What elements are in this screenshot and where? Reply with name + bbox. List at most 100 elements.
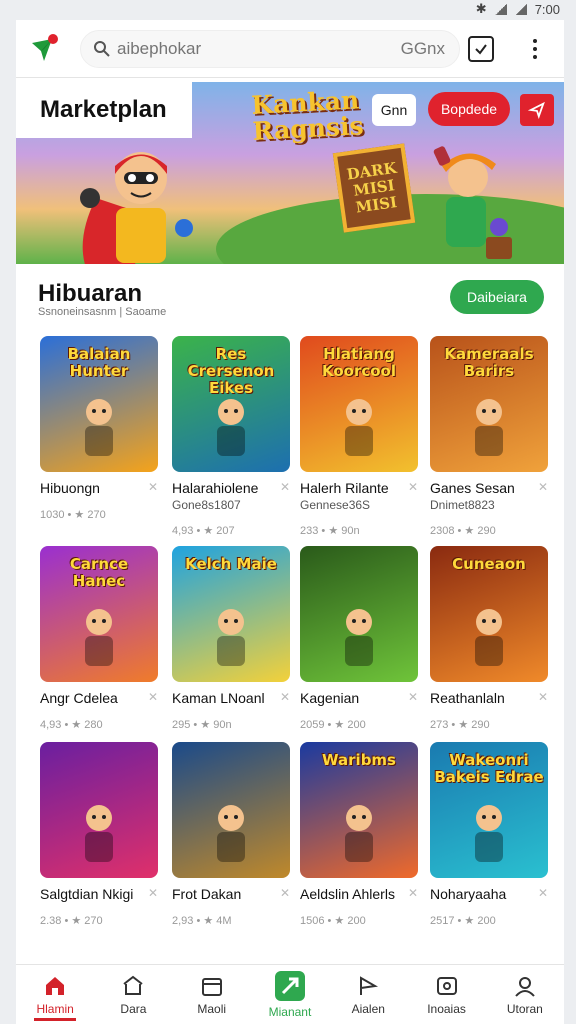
bluetooth-icon: ✱: [475, 1, 487, 16]
game-name: Halerh Rilante: [300, 480, 389, 496]
game-name: Aeldslin Ahlerls: [300, 886, 395, 902]
dismiss-icon[interactable]: ✕: [280, 690, 290, 706]
game-stats: 4,93 • ★ 280: [40, 719, 103, 731]
dismiss-icon[interactable]: ✕: [538, 480, 548, 496]
dismiss-icon[interactable]: ✕: [148, 480, 158, 496]
game-art-title: Balaian Hunter: [67, 345, 131, 380]
search-input[interactable]: [117, 39, 387, 59]
scan-icon: [475, 44, 487, 55]
game-thumbnail[interactable]: Kameraals Barirs: [430, 336, 548, 472]
game-stats: 233 • ★ 90n: [300, 525, 360, 537]
game-stats: 1506 • ★ 200: [300, 915, 366, 927]
game-card[interactable]: Waribms Aeldslin Ahlerls ✕ 1506 • ★ 200: [300, 742, 418, 932]
game-name: Kaman LNoanl: [172, 690, 265, 706]
game-thumbnail[interactable]: Carnce Hanec: [40, 546, 158, 682]
game-stats: 4,93 • ★ 207: [172, 525, 235, 537]
game-thumbnail[interactable]: Hlatiang Koorcool: [300, 336, 418, 472]
scan-button[interactable]: [468, 36, 494, 62]
game-name: Hibuongn: [40, 480, 100, 496]
banner-secondary-button[interactable]: Gnn: [372, 94, 416, 126]
game-art-title: Cuneaon: [452, 555, 526, 573]
dismiss-icon[interactable]: ✕: [148, 690, 158, 706]
nav-item-inoaias[interactable]: Inoaias: [407, 965, 485, 1024]
game-name: Halarahiolene: [172, 480, 259, 496]
section-title: Hibuaran: [38, 280, 143, 307]
game-thumbnail[interactable]: Balaian Hunter: [40, 336, 158, 472]
search-bar[interactable]: GGnx: [80, 30, 460, 68]
dismiss-icon[interactable]: ✕: [408, 886, 418, 902]
dismiss-icon[interactable]: ✕: [408, 690, 418, 706]
share-button[interactable]: [520, 94, 554, 126]
game-card[interactable]: Kelch Maie Kaman LNoanl ✕ 295 • ★ 90n: [172, 546, 290, 736]
app-window: GGnx Marketplan Kankan Ragnsis Gnn Bopde…: [16, 20, 564, 1024]
more-options-button[interactable]: [524, 34, 546, 64]
nav-item-dara[interactable]: Dara: [94, 965, 172, 1024]
game-thumbnail[interactable]: Cuneaon: [430, 546, 548, 682]
game-card[interactable]: Frot Dakan ✕ 2,93 • ★ 4M: [172, 742, 290, 932]
search-icon: [94, 41, 110, 57]
game-card[interactable]: Cuneaon Reathanlaln ✕ 273 • ★ 290: [430, 546, 548, 736]
game-card[interactable]: Kameraals Barirs Ganes Sesan ✕ Dnimet8823 23…: [430, 336, 548, 537]
top-bar: GGnx: [16, 20, 564, 78]
game-card[interactable]: Wakeonri Bakeis Edrae Noharyaaha ✕ 2517 • ★…: [430, 742, 548, 932]
game-name: Salgtdian Nkigi: [40, 886, 134, 902]
game-card[interactable]: Carnce Hanec Angr Cdelea ✕ 4,93 • ★ 280: [40, 546, 158, 736]
game-card[interactable]: Salgtdian Nkigi ✕ 2.38 • ★ 270: [40, 742, 158, 932]
game-name: Noharyaaha: [430, 886, 507, 902]
game-character-figure: [475, 609, 503, 666]
nav-item-utoran[interactable]: Utoran: [486, 965, 564, 1024]
banner-hero-character: [80, 152, 193, 264]
dismiss-icon[interactable]: ✕: [148, 886, 158, 902]
game-thumbnail[interactable]: [172, 742, 290, 878]
game-card[interactable]: Res Crersenon Eikes Halarahiolene ✕ Gone8s1…: [172, 336, 290, 537]
game-character-figure: [217, 609, 245, 666]
gamepad-icon: [435, 974, 459, 998]
game-character-figure: [475, 399, 503, 456]
dismiss-icon[interactable]: ✕: [538, 690, 548, 706]
nav-item-mianant[interactable]: Mianant: [251, 965, 329, 1024]
promo-banner[interactable]: Marketplan Kankan Ragnsis Gnn Bopdede DA…: [16, 82, 564, 264]
nav-item-hlamin[interactable]: Hlamin: [16, 965, 94, 1024]
game-subtitle: Gennese36S: [300, 498, 371, 512]
dismiss-icon[interactable]: ✕: [408, 480, 418, 496]
game-card[interactable]: Hlatiang Koorcool Halerh Rilante ✕ Gennese3…: [300, 336, 418, 537]
game-character-figure: [85, 399, 113, 456]
dismiss-icon[interactable]: ✕: [280, 480, 290, 496]
game-thumbnail[interactable]: [300, 546, 418, 682]
game-subtitle: Gone8s1807: [172, 498, 241, 512]
game-art-title: Kelch Maie: [185, 555, 277, 573]
dismiss-icon[interactable]: ✕: [538, 886, 548, 902]
game-character-figure: [345, 609, 373, 666]
home-icon: [43, 974, 67, 998]
game-stats: 2517 • ★ 200: [430, 915, 496, 927]
game-thumbnail[interactable]: Waribms: [300, 742, 418, 878]
nav-label: Utoran: [506, 1002, 543, 1016]
game-character-figure: [345, 805, 373, 862]
game-stats: 2.38 • ★ 270: [40, 915, 103, 927]
banner-sign: DARK MISI MISI: [332, 143, 416, 233]
game-card[interactable]: Balaian Hunter Hibuongn ✕ 1030 • ★ 270: [40, 336, 158, 526]
game-art-title: Waribms: [322, 751, 396, 769]
game-name: Reathanlaln: [430, 690, 505, 706]
play-icon: [274, 971, 305, 1001]
see-more-button[interactable]: Daibeiara: [450, 280, 544, 314]
game-stats: 2,93 • ★ 4M: [172, 915, 232, 927]
game-character-figure: [85, 805, 113, 862]
banner-title: Marketplan: [16, 82, 192, 138]
game-thumbnail[interactable]: Res Crersenon Eikes: [172, 336, 290, 472]
app-logo-icon[interactable]: [26, 29, 66, 69]
game-name: Angr Cdelea: [40, 690, 118, 706]
game-thumbnail[interactable]: Wakeonri Bakeis Edrae: [430, 742, 548, 878]
game-thumbnail[interactable]: [40, 742, 158, 878]
banner-primary-button[interactable]: Bopdede: [428, 92, 510, 126]
nav-item-aialen[interactable]: Aialen: [329, 965, 407, 1024]
game-card[interactable]: Kagenian ✕ 2059 • ★ 200: [300, 546, 418, 736]
game-stats: 1030 • ★ 270: [40, 509, 106, 521]
nav-item-maoli[interactable]: Maoli: [173, 965, 251, 1024]
game-art-title: Res Crersenon Eikes: [187, 345, 275, 397]
game-stats: 2308 • ★ 290: [430, 525, 496, 537]
nav-label: Maoli: [197, 1002, 227, 1016]
game-thumbnail[interactable]: Kelch Maie: [172, 546, 290, 682]
dismiss-icon[interactable]: ✕: [280, 886, 290, 902]
game-name: Kagenian: [300, 690, 360, 706]
